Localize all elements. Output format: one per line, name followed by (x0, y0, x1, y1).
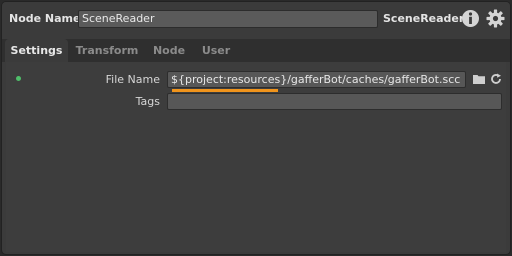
tab-transform[interactable]: Transform (72, 39, 142, 62)
tab-settings[interactable]: Settings (5, 39, 68, 62)
folder-icon[interactable] (473, 74, 485, 84)
file-name-label: File Name (105, 73, 160, 86)
substitution-highlight (172, 89, 278, 92)
file-name-input[interactable]: ${project:resources}/gafferBot/caches/ga… (167, 71, 466, 88)
node-name-label: Node Name (9, 12, 81, 25)
refresh-icon[interactable] (490, 73, 502, 85)
settings-tab-content: File Name ${project:resources}/gafferBot… (6, 62, 506, 252)
node-editor-header: Node Name SceneReader SceneReader (2, 2, 510, 36)
node-type-label: SceneReader (383, 12, 465, 25)
info-icon[interactable] (461, 9, 480, 28)
tab-node[interactable]: Node (147, 39, 191, 62)
tab-bar: Settings Transform Node User (2, 39, 510, 62)
gear-icon[interactable] (486, 9, 505, 28)
plug-status-indicator (16, 76, 21, 81)
node-editor-panel: Node Name SceneReader SceneReader Settin… (1, 1, 511, 255)
tab-user[interactable]: User (195, 39, 237, 62)
tags-label: Tags (135, 95, 160, 108)
node-name-input[interactable]: SceneReader (78, 10, 378, 28)
tags-input[interactable] (167, 93, 502, 110)
